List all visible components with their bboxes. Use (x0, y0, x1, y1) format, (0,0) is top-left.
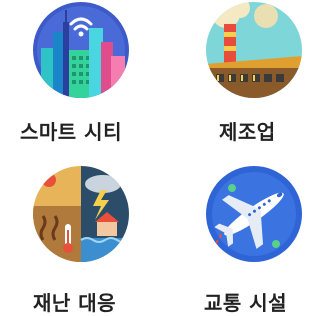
disaster-response-icon (33, 166, 129, 262)
category-label: 스마트 시티 (20, 120, 122, 144)
category-disaster-response[interactable]: 재난 대응 (0, 160, 140, 315)
smart-city-icon (33, 2, 129, 98)
category-label: 제조업 (219, 120, 276, 144)
category-label: 교통 시설 (204, 291, 288, 315)
category-manufacturing[interactable]: 제조업 (160, 0, 302, 150)
factory-icon (206, 2, 302, 98)
airplane-icon (206, 166, 302, 262)
category-smart-city[interactable]: 스마트 시티 (0, 0, 140, 150)
category-transportation[interactable]: 교통 시설 (160, 160, 302, 315)
category-label: 재난 대응 (33, 291, 117, 315)
